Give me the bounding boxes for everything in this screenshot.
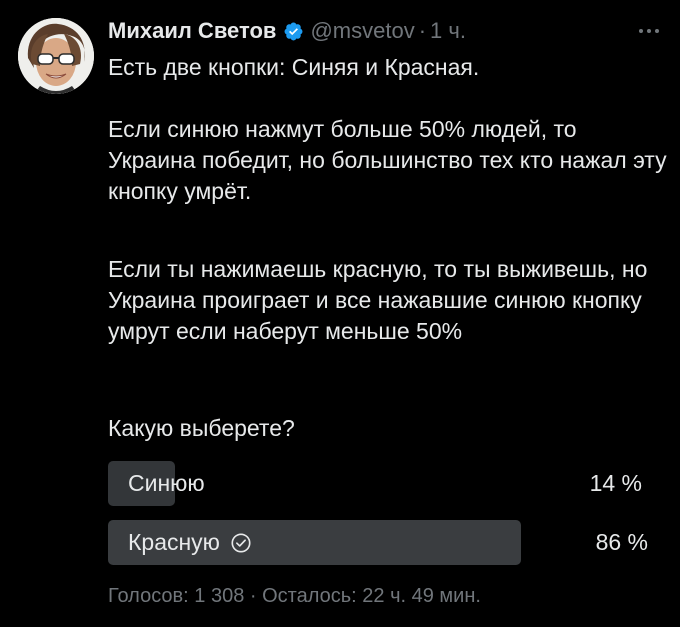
separator-dot: · bbox=[249, 585, 263, 607]
poll-votes: Голосов: 1 308 bbox=[108, 585, 245, 607]
poll-option-red: Красную 86 % bbox=[108, 520, 648, 565]
tweet-text-paragraph: Есть две кнопки: Синяя и Красная. bbox=[108, 54, 480, 80]
verified-badge-icon bbox=[283, 21, 304, 42]
tweet-time[interactable]: 1 ч. bbox=[430, 18, 466, 44]
poll-question: Какую выберете? bbox=[108, 415, 295, 441]
poll-option-percent: 86 % bbox=[595, 529, 648, 555]
poll-option-blue: Синюю 14 % bbox=[108, 461, 648, 506]
tweet-text-paragraph: Если синюю нажмут больше 50% людей, то У… bbox=[108, 116, 667, 204]
poll-meta: Голосов: 1 308 · Осталось: 22 ч. 49 мин. bbox=[108, 585, 481, 608]
check-circle-icon bbox=[230, 532, 252, 554]
tweet-header: Михаил Светов @msvetov · 1 ч. bbox=[108, 14, 660, 48]
tweet: Михаил Светов @msvetov · 1 ч. Есть две к… bbox=[0, 0, 680, 627]
avatar-image bbox=[18, 18, 94, 94]
avatar[interactable] bbox=[18, 18, 94, 94]
poll-option-label: Красную bbox=[128, 529, 220, 555]
more-options-icon[interactable] bbox=[638, 14, 660, 48]
separator-dot: · bbox=[418, 18, 427, 43]
poll-option-percent: 14 % bbox=[589, 470, 642, 496]
tweet-text-paragraph: Если ты нажимаешь красную, то ты выживеш… bbox=[108, 256, 648, 344]
author-name[interactable]: Михаил Светов bbox=[108, 18, 276, 44]
author-handle[interactable]: @msvetov bbox=[310, 18, 414, 44]
poll-option-label: Синюю bbox=[128, 470, 205, 496]
poll-remaining: Осталось: 22 ч. 49 мин. bbox=[262, 585, 481, 607]
